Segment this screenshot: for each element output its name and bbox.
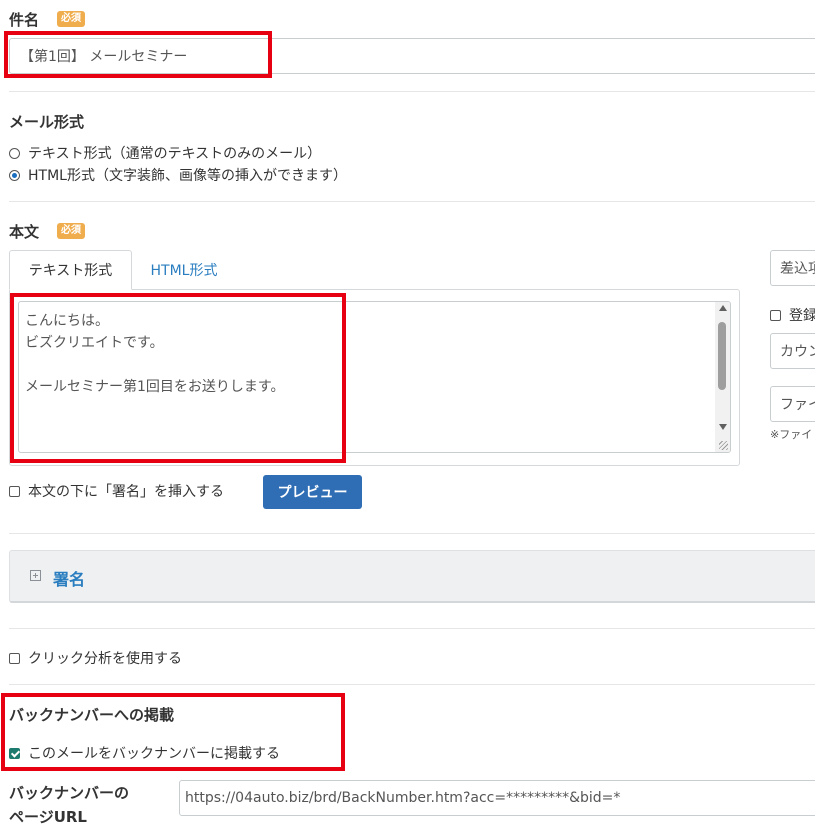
click-analysis-checkbox[interactable]: クリック分析を使用する <box>9 648 182 668</box>
divider <box>9 201 815 202</box>
checkbox-checked-icon[interactable] <box>9 747 20 759</box>
backnumber-checkbox[interactable]: このメールをバックナンバーに掲載する <box>9 743 280 763</box>
checkbox-label: このメールをバックナンバーに掲載する <box>28 746 280 762</box>
scroll-down-icon[interactable] <box>719 424 727 430</box>
required-badge: 必須 <box>57 223 85 239</box>
file-note: ※ファイ <box>770 428 813 441</box>
radio-icon[interactable] <box>9 147 20 159</box>
backnumber-url-field[interactable]: https://04auto.biz/brd/BackNumber.htm?ac… <box>179 780 815 816</box>
insert-signature-checkbox[interactable]: 本文の下に「署名」を挿入する <box>9 481 224 501</box>
preview-button[interactable]: プレビュー <box>263 475 362 509</box>
mail-format-label: メール形式 <box>9 113 85 131</box>
subject-label: 件名 <box>9 11 40 29</box>
body-text: こんにちは。 ビズクリエイトです。 メールセミナー第1回目をお送りします。 <box>25 313 285 395</box>
checkbox-icon[interactable] <box>770 309 781 321</box>
body-textarea[interactable]: こんにちは。 ビズクリエイトです。 メールセミナー第1回目をお送りします。 <box>18 301 731 453</box>
scrollbar[interactable] <box>715 302 730 452</box>
divider <box>9 684 815 685</box>
radio-label: HTML形式（文字装飾、画像等の挿入ができます） <box>28 168 347 184</box>
required-badge: 必須 <box>57 11 85 27</box>
checkbox-label: 登録 <box>789 308 815 324</box>
register-checkbox[interactable]: 登録 <box>770 305 815 325</box>
divider <box>9 91 815 92</box>
signature-title[interactable]: 署名 <box>53 566 85 590</box>
checkbox-label: クリック分析を使用する <box>28 651 182 667</box>
tab-text-format[interactable]: テキスト形式 <box>9 250 132 290</box>
radio-icon[interactable] <box>9 169 20 181</box>
resize-handle-icon[interactable] <box>719 441 728 450</box>
checkbox-icon[interactable] <box>9 652 20 664</box>
scroll-up-icon[interactable] <box>719 305 727 311</box>
backnumber-title: バックナンバーへの掲載 <box>9 706 175 724</box>
body-label: 本文 <box>9 223 40 241</box>
backnumber-url-label: バックナンバーの ページURL <box>9 784 130 826</box>
checkbox-icon[interactable] <box>9 485 20 497</box>
scroll-thumb[interactable] <box>718 322 726 390</box>
plus-square-icon[interactable] <box>30 570 41 581</box>
file-field[interactable]: ファイ <box>770 386 815 422</box>
signature-panel[interactable]: 署名 <box>9 550 815 603</box>
tab-html-format[interactable]: HTML形式 <box>132 250 236 290</box>
radio-text-format[interactable]: テキスト形式（通常のテキストのみのメール） <box>9 143 321 163</box>
radio-label: テキスト形式（通常のテキストのみのメール） <box>28 146 322 162</box>
merge-field-select[interactable]: 差込項 <box>770 250 815 286</box>
divider <box>9 628 815 629</box>
divider <box>9 533 815 534</box>
count-field[interactable]: カウン <box>770 333 815 369</box>
checkbox-label: 本文の下に「署名」を挿入する <box>28 484 224 500</box>
radio-html-format[interactable]: HTML形式（文字装飾、画像等の挿入ができます） <box>9 165 347 185</box>
subject-input[interactable]: 【第1回】 メールセミナー <box>9 38 815 74</box>
